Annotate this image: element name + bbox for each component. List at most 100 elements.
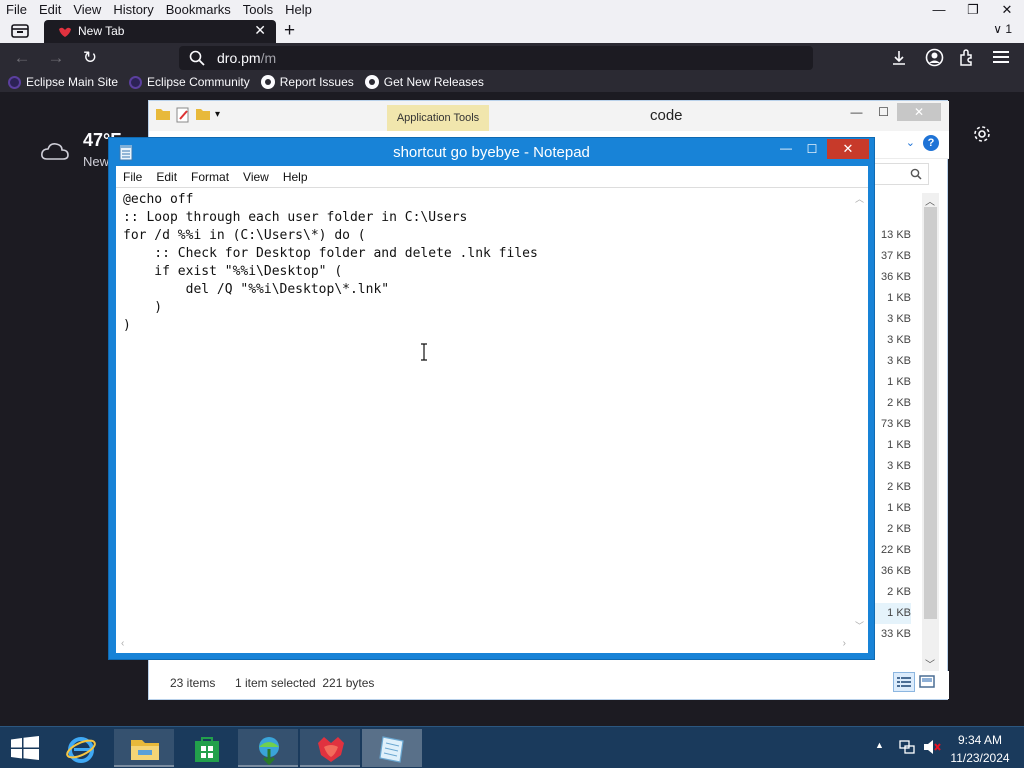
reload-icon[interactable]: ↻ (80, 48, 100, 68)
selection-info: 1 item selected 221 bytes (235, 676, 375, 690)
bookmark-eclipse-community[interactable]: Eclipse Community (129, 75, 250, 89)
bookmark-eclipse-main-site[interactable]: Eclipse Main Site (8, 75, 118, 89)
notepad-menu-format[interactable]: Format (184, 170, 236, 184)
volume-muted-icon[interactable] (923, 739, 941, 755)
scroll-up-icon[interactable]: ︿ (855, 192, 864, 205)
menu-history[interactable]: History (107, 0, 159, 20)
clock-date[interactable]: 11/23/2024 (946, 751, 1014, 765)
scroll-down-icon[interactable]: ﹀ (925, 656, 935, 671)
url-text[interactable]: dro.pm/m (217, 50, 276, 66)
account-icon[interactable] (925, 48, 944, 67)
file-size-cell[interactable]: 1 KB (871, 435, 911, 456)
notepad-menu-help[interactable]: Help (276, 170, 315, 184)
new-folder-icon[interactable] (195, 107, 211, 121)
file-size-cell[interactable]: 13 KB (871, 225, 911, 246)
application-tools-tab[interactable]: Application Tools (387, 105, 489, 131)
file-size-cell[interactable]: 3 KB (871, 330, 911, 351)
file-size-cell[interactable]: 3 KB (871, 351, 911, 372)
file-size-cell[interactable]: 1 KB (871, 372, 911, 393)
scroll-right-icon[interactable]: › (843, 638, 846, 649)
file-size-cell[interactable]: 33 KB (871, 624, 911, 645)
file-size-cell[interactable]: 2 KB (871, 582, 911, 603)
menu-view[interactable]: View (67, 0, 107, 20)
network-icon[interactable] (899, 739, 915, 755)
notepad-horizontal-scrollbar[interactable]: ‹ › (116, 636, 851, 653)
details-view-icon[interactable] (893, 672, 915, 692)
store-icon (195, 737, 219, 762)
url-host: dro.pm (217, 50, 261, 66)
browser-minimize-button[interactable]: — (922, 0, 956, 20)
back-icon[interactable]: ← (12, 48, 32, 68)
file-size-cell[interactable]: 22 KB (871, 540, 911, 561)
large-icons-view-icon[interactable] (917, 672, 937, 692)
file-size-cell[interactable]: 1 KB (871, 603, 911, 624)
notepad-vertical-scrollbar[interactable]: ︿ ﹀ (851, 188, 868, 636)
menu-help[interactable]: Help (279, 0, 318, 20)
properties-icon[interactable] (175, 107, 191, 123)
file-size-cell[interactable]: 2 KB (871, 519, 911, 540)
new-tab-button[interactable]: + (284, 20, 295, 42)
taskbar-store[interactable] (176, 729, 236, 767)
taskbar-internet-explorer[interactable] (50, 729, 110, 767)
folder-icon[interactable] (155, 107, 171, 121)
explorer-close-button[interactable]: ✕ (897, 103, 941, 121)
explorer-scrollbar[interactable]: ︿ ﹀ (922, 193, 939, 671)
list-all-tabs-button[interactable]: ∨ 1 (993, 22, 1012, 36)
taskbar-firefox[interactable] (300, 729, 360, 767)
hamburger-menu-icon[interactable] (993, 50, 1009, 64)
bookmark-get-new-releases[interactable]: Get New Releases (364, 75, 484, 89)
customize-qat-icon[interactable]: ▾ (215, 107, 220, 123)
downloads-icon[interactable] (890, 49, 908, 67)
file-size-cell[interactable]: 1 KB (871, 498, 911, 519)
notepad-minimize-button[interactable]: — (773, 140, 799, 158)
notepad-titlebar[interactable]: shortcut go byebye - Notepad — ☐ ✕ (109, 138, 874, 166)
ribbon-expand-icon[interactable]: ⌄ (906, 136, 915, 149)
tab-new-tab[interactable]: New Tab ✕ (44, 20, 276, 43)
scroll-left-icon[interactable]: ‹ (121, 638, 124, 649)
file-size-cell[interactable]: 73 KB (871, 414, 911, 435)
menu-bookmarks[interactable]: Bookmarks (160, 0, 237, 20)
forward-icon[interactable]: → (46, 48, 66, 68)
menu-tools[interactable]: Tools (237, 0, 279, 20)
explorer-minimize-button[interactable]: — (843, 103, 870, 121)
show-hidden-icons-icon[interactable]: ▲ (875, 740, 884, 750)
file-size-cell[interactable]: 2 KB (871, 393, 911, 414)
url-bar[interactable]: dro.pm/m (179, 46, 813, 70)
file-size-cell[interactable]: 36 KB (871, 561, 911, 582)
notepad-menu-view[interactable]: View (236, 170, 276, 184)
notepad-icon (379, 736, 404, 763)
scroll-up-icon[interactable]: ︿ (925, 193, 935, 208)
menu-file[interactable]: File (0, 0, 33, 20)
file-size-cell[interactable]: 36 KB (871, 267, 911, 288)
notepad-close-button[interactable]: ✕ (827, 139, 869, 159)
browser-restore-button[interactable]: ❐ (956, 0, 990, 20)
taskbar-download-manager[interactable] (238, 729, 298, 767)
file-size-cell[interactable]: 2 KB (871, 477, 911, 498)
taskbar-notepad[interactable] (362, 729, 422, 767)
notepad-menu-file[interactable]: File (116, 170, 149, 184)
tab-list-icon[interactable] (10, 22, 30, 40)
help-icon[interactable]: ? (923, 135, 939, 151)
bookmark-report-issues[interactable]: Report Issues (260, 75, 354, 89)
file-size-cell[interactable]: 37 KB (871, 246, 911, 267)
i-beam-cursor-icon (421, 343, 427, 361)
windows-start-icon[interactable] (11, 736, 39, 760)
notepad-menu-edit[interactable]: Edit (149, 170, 184, 184)
scrollbar-thumb[interactable] (924, 207, 937, 619)
tab-close-icon[interactable]: ✕ (254, 22, 266, 39)
taskbar-file-explorer[interactable] (114, 729, 174, 767)
gear-icon[interactable] (972, 124, 992, 144)
explorer-maximize-button[interactable]: ☐ (870, 103, 897, 121)
extensions-icon[interactable] (958, 48, 976, 66)
clock-time[interactable]: 9:34 AM (950, 733, 1010, 747)
file-size-cell[interactable]: 3 KB (871, 456, 911, 477)
notepad-maximize-button[interactable]: ☐ (799, 140, 825, 158)
scroll-down-icon[interactable]: ﹀ (855, 619, 864, 632)
notepad-text[interactable]: @echo off :: Loop through each user fold… (123, 191, 847, 631)
menu-edit[interactable]: Edit (33, 0, 67, 20)
file-size-cell[interactable]: 1 KB (871, 288, 911, 309)
file-size-cell[interactable]: 3 KB (871, 309, 911, 330)
bookmark-label: Get New Releases (383, 75, 484, 89)
browser-close-button[interactable]: ✕ (990, 0, 1024, 20)
notepad-edit-area[interactable]: @echo off :: Loop through each user fold… (116, 188, 868, 653)
